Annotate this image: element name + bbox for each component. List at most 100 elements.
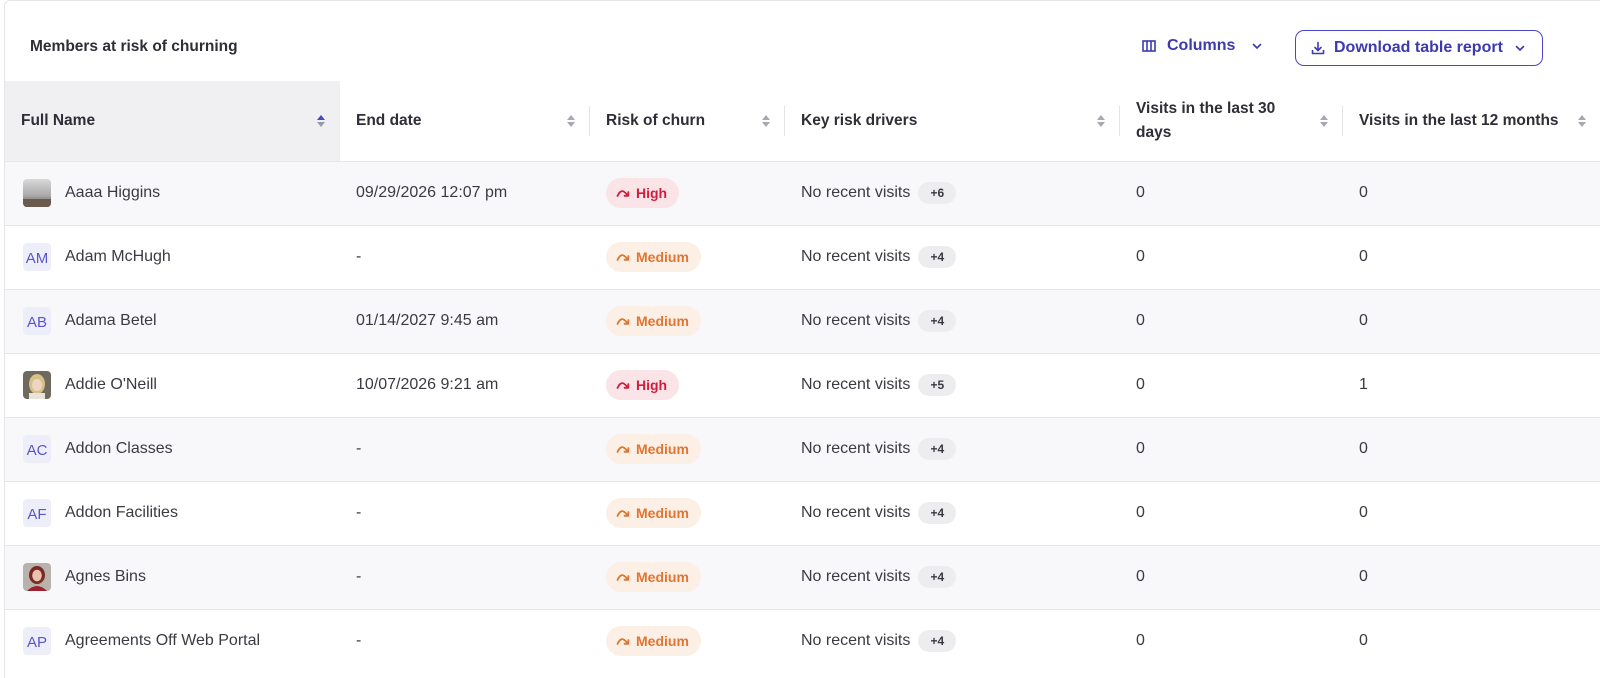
member-name[interactable]: Aaaa Higgins — [65, 184, 160, 202]
column-header-label: Key risk drivers — [801, 111, 918, 129]
risk-driver-text: No recent visits — [801, 568, 911, 585]
more-drivers-chip[interactable]: +5 — [918, 374, 957, 396]
download-label: Download table report — [1334, 39, 1503, 56]
sort-icon[interactable] — [761, 113, 771, 129]
column-header-visits-30-days[interactable]: Visits in the last 30 days — [1120, 81, 1343, 161]
risk-label: High — [636, 377, 668, 393]
sort-icon[interactable] — [1319, 113, 1329, 129]
cell-full-name: AP Agreements Off Web Portal — [5, 609, 340, 673]
more-drivers-chip[interactable]: +4 — [918, 310, 957, 332]
table-row[interactable]: Aaaa Higgins 09/29/2026 12:07 pm High No… — [5, 161, 1600, 225]
columns-button[interactable]: Columns — [1142, 37, 1263, 55]
table-header-row: Full Name End date Risk of churn Key ris… — [5, 81, 1600, 161]
member-name-cell[interactable]: Addie O'Neill — [21, 371, 324, 399]
member-name-cell[interactable]: AP Agreements Off Web Portal — [21, 627, 324, 656]
risk-drivers: No recent visits +5 — [801, 374, 1104, 396]
cell-key-risk-drivers: No recent visits +4 — [785, 417, 1120, 481]
member-name-cell[interactable]: Aaaa Higgins — [21, 179, 324, 207]
avatar-photo — [23, 179, 51, 207]
member-name-cell[interactable]: Agnes Bins — [21, 563, 324, 591]
more-drivers-chip[interactable]: +6 — [918, 182, 957, 204]
sort-icon[interactable] — [566, 113, 576, 129]
more-drivers-chip[interactable]: +4 — [918, 502, 957, 524]
member-name-cell[interactable]: AM Adam McHugh — [21, 243, 324, 271]
column-header-visits-12-months[interactable]: Visits in the last 12 months — [1343, 81, 1600, 161]
risk-badge: Medium — [606, 626, 701, 657]
trend-arrow-icon — [616, 507, 632, 519]
cell-end-date: - — [356, 440, 362, 457]
column-header-end-date[interactable]: End date — [340, 81, 590, 161]
member-name[interactable]: Agreements Off Web Portal — [65, 632, 260, 650]
risk-label: Medium — [636, 313, 689, 329]
more-drivers-chip[interactable]: +4 — [918, 246, 957, 268]
trend-arrow-icon — [616, 315, 632, 327]
member-name-cell[interactable]: AB Adama Betel — [21, 307, 324, 335]
cell-full-name: AC Addon Classes — [5, 417, 340, 481]
member-name-cell[interactable]: AC Addon Classes — [21, 435, 324, 463]
risk-badge: Medium — [606, 242, 701, 272]
table-row[interactable]: AB Adama Betel 01/14/2027 9:45 am Medium… — [5, 289, 1600, 353]
cell-key-risk-drivers: No recent visits +5 — [785, 353, 1120, 417]
member-name[interactable]: Addon Classes — [65, 440, 173, 458]
cell-visits-30-days: 0 — [1136, 440, 1145, 457]
trend-arrow-icon — [616, 571, 632, 583]
risk-driver-text: No recent visits — [801, 632, 911, 650]
risk-badge: Medium — [606, 306, 701, 336]
chevron-down-icon — [1251, 40, 1263, 52]
risk-driver-text: No recent visits — [801, 504, 911, 521]
column-header-label: Visits in the last 30 days — [1136, 99, 1276, 141]
avatar-initials: AP — [23, 627, 51, 656]
columns-label: Columns — [1167, 37, 1236, 54]
table-row[interactable]: AM Adam McHugh - Medium No recent visits… — [5, 225, 1600, 289]
cell-risk-of-churn: Medium — [590, 481, 785, 545]
columns-icon — [1142, 39, 1156, 53]
table-row[interactable]: Agnes Bins - Medium No recent visits +4 … — [5, 545, 1600, 609]
cell-key-risk-drivers: No recent visits +4 — [785, 545, 1120, 609]
column-header-key-risk-drivers[interactable]: Key risk drivers — [785, 81, 1120, 161]
cell-end-date: - — [356, 504, 362, 521]
risk-driver-text: No recent visits — [801, 376, 911, 393]
cell-end-date: - — [356, 568, 362, 585]
risk-label: Medium — [636, 505, 689, 521]
members-table: Full Name End date Risk of churn Key ris… — [5, 81, 1600, 673]
member-name[interactable]: Adama Betel — [65, 312, 157, 330]
member-name[interactable]: Agnes Bins — [65, 568, 146, 586]
sort-icon[interactable] — [1577, 113, 1587, 129]
table-row[interactable]: AF Addon Facilities - Medium No recent v… — [5, 481, 1600, 545]
member-name[interactable]: Addon Facilities — [65, 504, 178, 522]
table-row[interactable]: AC Addon Classes - Medium No recent visi… — [5, 417, 1600, 481]
risk-drivers: No recent visits +4 — [801, 246, 1104, 268]
more-drivers-chip[interactable]: +4 — [918, 630, 957, 653]
cell-full-name: Addie O'Neill — [5, 353, 340, 417]
member-name-cell[interactable]: AF Addon Facilities — [21, 499, 324, 527]
risk-badge: High — [606, 178, 680, 208]
more-drivers-chip[interactable]: +4 — [918, 438, 957, 460]
avatar-initials: AB — [23, 307, 51, 335]
trend-arrow-icon — [616, 443, 632, 455]
cell-key-risk-drivers: No recent visits +4 — [785, 481, 1120, 545]
table-row[interactable]: AP Agreements Off Web Portal - Medium No… — [5, 609, 1600, 673]
cell-key-risk-drivers: No recent visits +6 — [785, 161, 1120, 225]
risk-badge: Medium — [606, 562, 701, 592]
cell-risk-of-churn: Medium — [590, 609, 785, 673]
cell-full-name: AM Adam McHugh — [5, 225, 340, 289]
cell-risk-of-churn: Medium — [590, 225, 785, 289]
cell-visits-30-days: 0 — [1136, 504, 1145, 521]
member-name[interactable]: Adam McHugh — [65, 248, 171, 266]
avatar-photo — [23, 563, 51, 591]
more-drivers-chip[interactable]: +4 — [918, 566, 957, 588]
member-name[interactable]: Addie O'Neill — [65, 376, 157, 394]
cell-key-risk-drivers: No recent visits +4 — [785, 225, 1120, 289]
column-header-full-name[interactable]: Full Name — [5, 81, 340, 161]
download-report-button[interactable]: Download table report — [1295, 30, 1543, 66]
cell-end-date: 01/14/2027 9:45 am — [356, 312, 499, 329]
sort-ascending-icon[interactable] — [316, 113, 326, 129]
avatar-initials: AF — [23, 499, 51, 527]
cell-visits-12-months: 0 — [1359, 632, 1368, 650]
table-row[interactable]: Addie O'Neill 10/07/2026 9:21 am High No… — [5, 353, 1600, 417]
risk-label: Medium — [636, 633, 689, 650]
column-header-risk-of-churn[interactable]: Risk of churn — [590, 81, 785, 161]
cell-visits-30-days: 0 — [1136, 568, 1145, 585]
cell-visits-12-months: 0 — [1359, 248, 1368, 265]
sort-icon[interactable] — [1096, 113, 1106, 129]
